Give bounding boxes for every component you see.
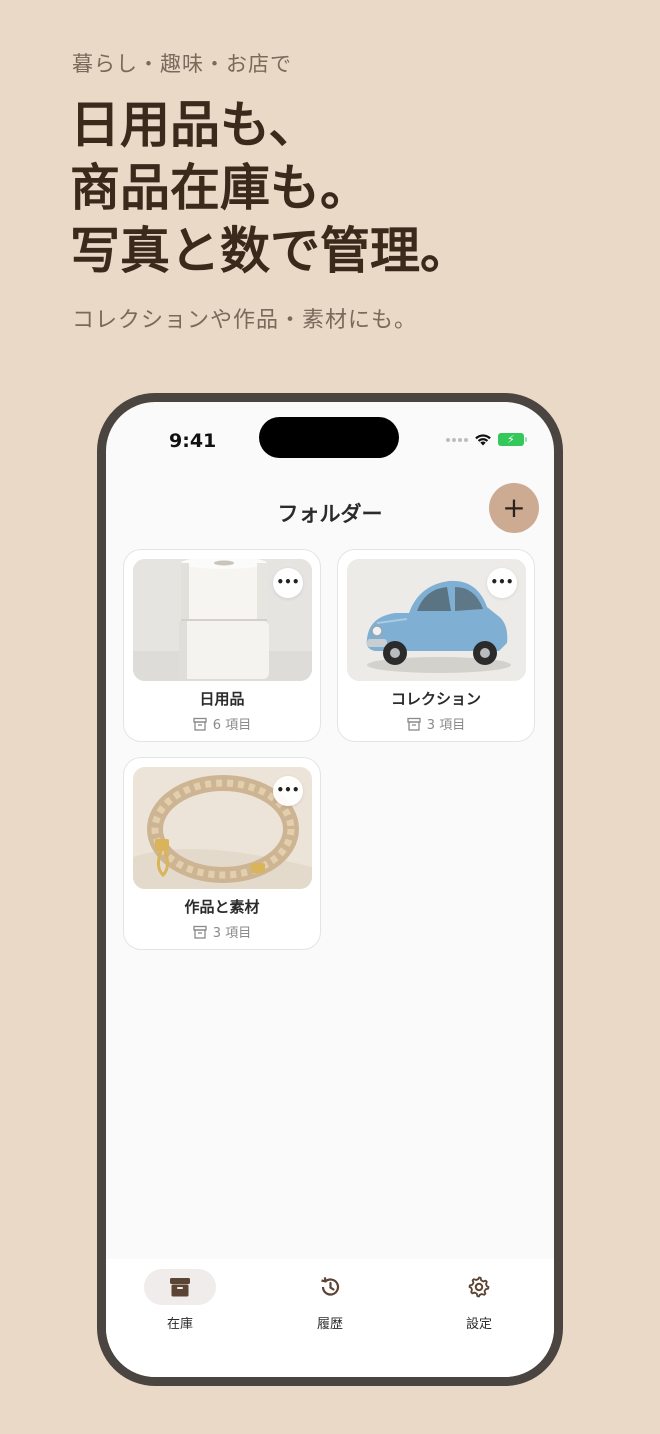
folder-card-daily-goods[interactable]: ••• 日用品 6 項目: [123, 549, 321, 742]
folder-name: 日用品: [199, 690, 245, 708]
folder-more-button[interactable]: •••: [273, 568, 303, 598]
headline-line-3: 写真と数で管理。: [70, 222, 470, 280]
archive-icon: [407, 717, 421, 731]
archive-icon: [193, 717, 207, 731]
folder-count-text: 3 項目: [426, 718, 466, 733]
battery-icon: ⚡: [498, 433, 527, 446]
tab-inventory[interactable]: 在庫: [135, 1269, 225, 1339]
folder-card-collection[interactable]: ••• コレクション 3 項目: [337, 549, 535, 742]
folder-thumbnail-toy-car: •••: [347, 559, 526, 681]
history-icon: [321, 1277, 340, 1296]
status-bar: 9:41 ⚡: [106, 402, 554, 482]
tab-label: 在庫: [166, 1317, 193, 1332]
promo-subtitle: 暮らし・趣味・お店で: [72, 52, 292, 76]
archive-box-icon: [170, 1278, 190, 1297]
promo-headline: 日用品も、 商品在庫も。 写真と数で管理。: [70, 94, 470, 283]
tab-bar: 在庫 履歴 設定: [106, 1259, 554, 1377]
add-folder-button[interactable]: +: [489, 483, 539, 533]
archive-icon: [193, 925, 207, 939]
folder-name: 作品と素材: [184, 898, 260, 916]
headline-line-2: 商品在庫も。: [70, 159, 370, 217]
tab-history-pill: [294, 1269, 366, 1305]
folder-thumbnail-toilet-paper: •••: [133, 559, 312, 681]
folder-item-count: 6 項目: [124, 714, 320, 733]
dynamic-island: [259, 417, 399, 458]
folder-card-works-materials[interactable]: ••• 作品と素材 3 項目: [123, 757, 321, 950]
promo-tagline: コレクションや作品・素材にも。: [72, 308, 418, 333]
gear-icon: [468, 1276, 490, 1298]
tab-label: 履歴: [316, 1317, 343, 1332]
folder-count-text: 6 項目: [212, 718, 252, 733]
tab-settings-pill: [443, 1269, 515, 1305]
tab-history[interactable]: 履歴: [285, 1269, 375, 1339]
folder-item-count: 3 項目: [338, 714, 534, 733]
folder-name: コレクション: [390, 690, 481, 708]
tab-settings[interactable]: 設定: [434, 1269, 524, 1339]
folder-item-count: 3 項目: [124, 922, 320, 941]
phone-frame: 9:41 ⚡ フォルダー + ••• 日用品 6 項目 ••• コレクション 3…: [97, 393, 563, 1386]
tab-label: 設定: [465, 1317, 492, 1332]
status-time: 9:41: [169, 430, 217, 452]
folder-thumbnail-braided-cord: •••: [133, 767, 312, 889]
tab-inventory-pill: [144, 1269, 216, 1305]
page-title: フォルダー: [277, 502, 383, 526]
signal-dots-icon: [446, 437, 468, 442]
wifi-icon: [475, 434, 491, 446]
folder-more-button[interactable]: •••: [487, 568, 517, 598]
folder-count-text: 3 項目: [212, 926, 252, 941]
folder-more-button[interactable]: •••: [273, 776, 303, 806]
status-indicators: ⚡: [446, 433, 527, 446]
headline-line-1: 日用品も、: [70, 96, 319, 154]
